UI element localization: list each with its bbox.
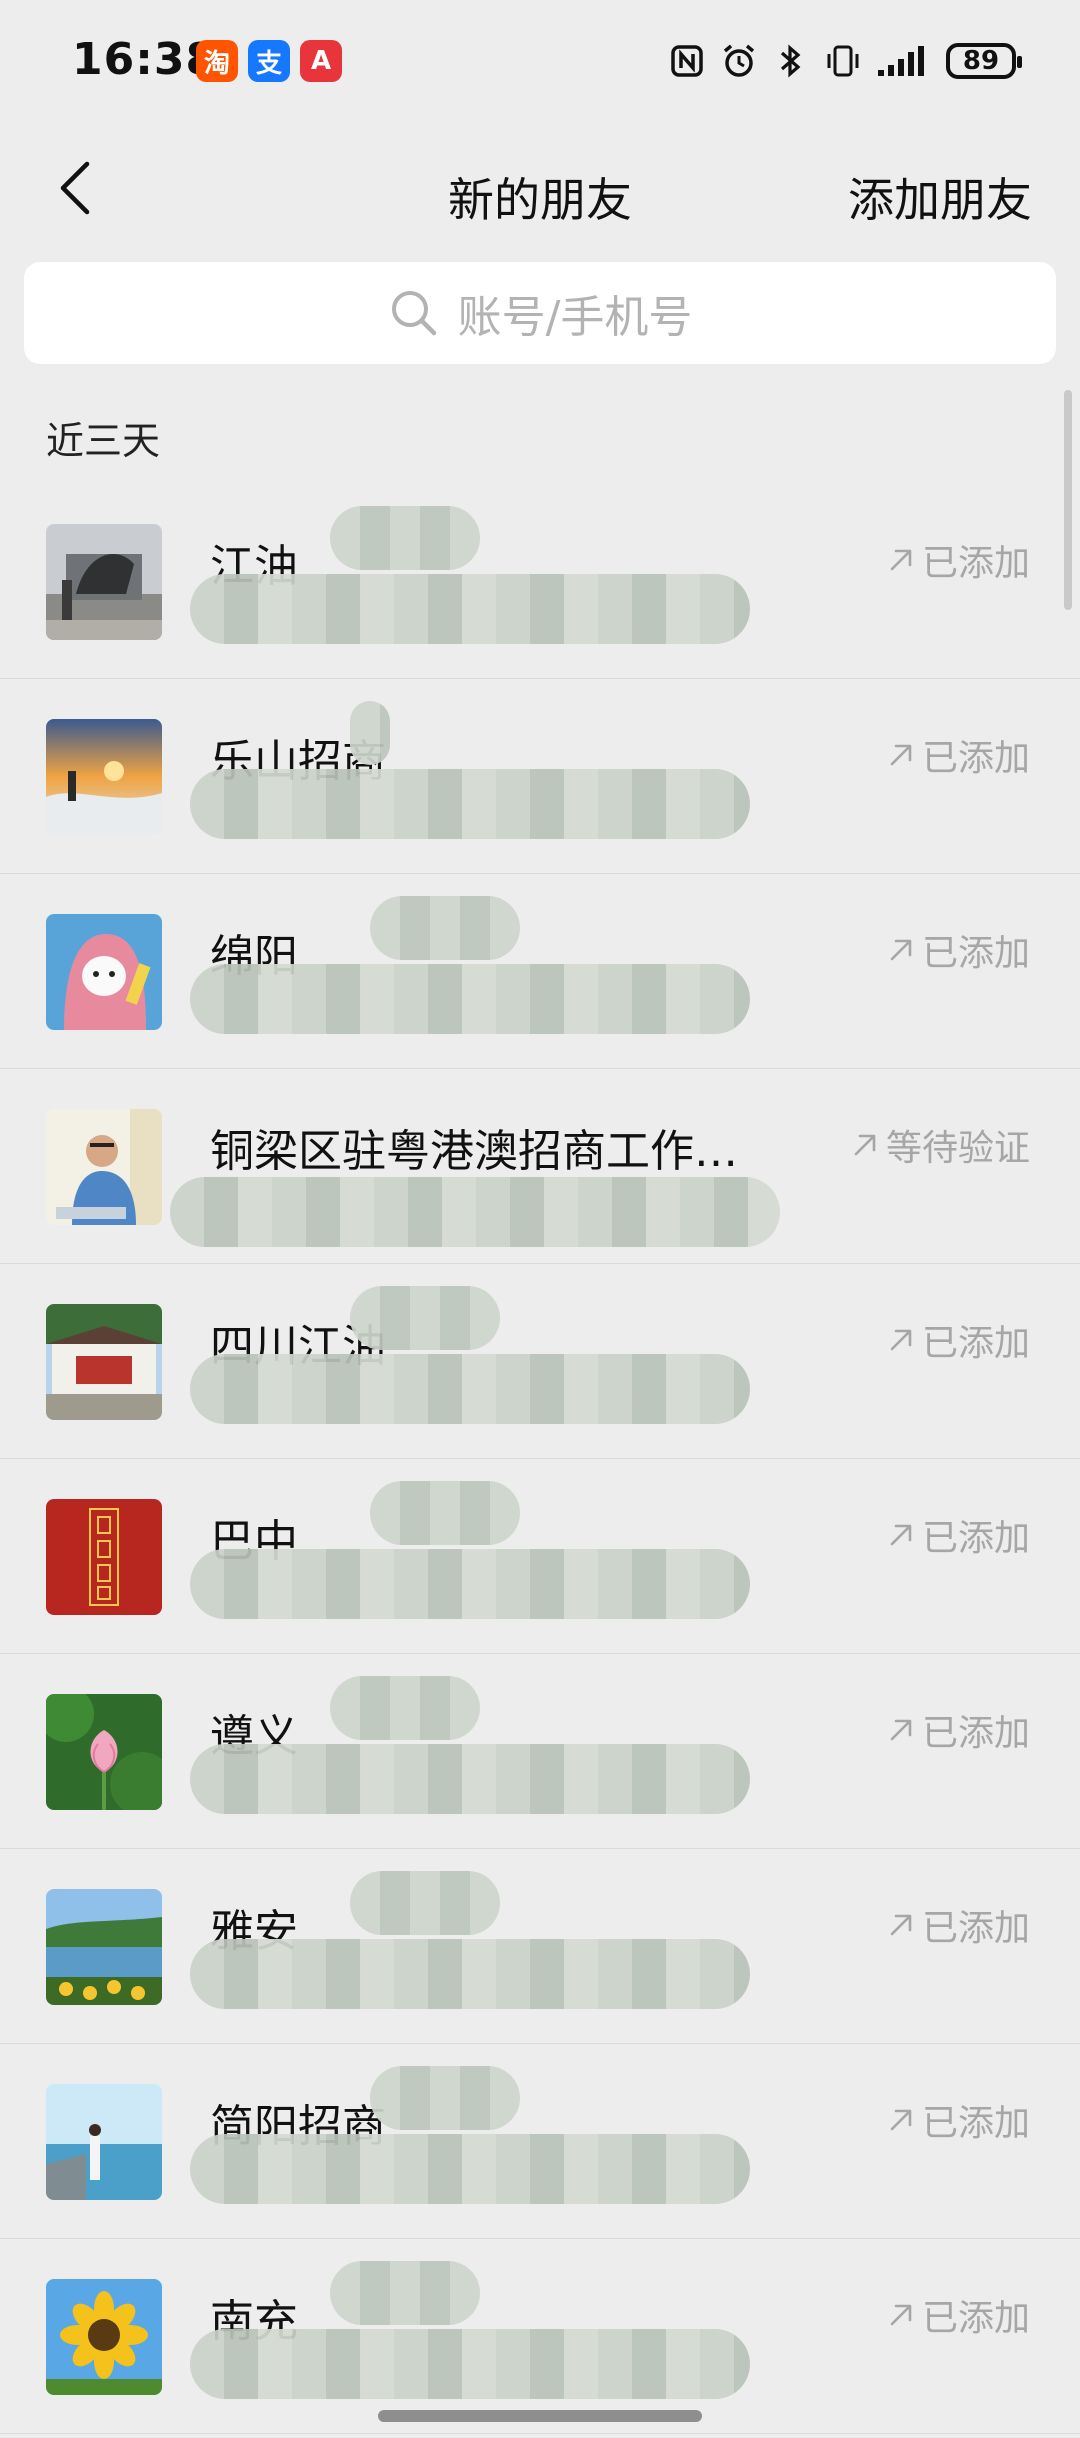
vibrate-icon	[824, 42, 862, 80]
status-added: 已添加	[886, 2094, 1030, 2146]
signal-icon	[876, 42, 932, 80]
arrow-up-right-icon	[890, 1719, 912, 1741]
nfc-icon	[668, 42, 706, 80]
redaction-mosaic	[350, 701, 390, 765]
arrow-up-right-icon	[890, 744, 912, 766]
status-label: 等待验证	[885, 1128, 1030, 1169]
redaction-mosaic	[170, 1177, 780, 1247]
redaction-mosaic	[190, 964, 750, 1034]
status-added: 已添加	[886, 534, 1030, 586]
status-added: 已添加	[886, 729, 1030, 781]
status-added: 已添加	[886, 924, 1030, 976]
contact-avatar[interactable]	[46, 1304, 162, 1420]
redaction-mosaic	[190, 1744, 750, 1814]
status-label: 已添加	[921, 933, 1030, 974]
redaction-mosaic	[190, 1549, 750, 1619]
status-label: 已添加	[921, 1323, 1030, 1364]
contact-avatar[interactable]	[46, 524, 162, 640]
contact-row[interactable]: 绵阳 已添加	[0, 874, 1080, 1069]
redaction-mosaic	[190, 1939, 750, 2009]
contact-row[interactable]: 乐山招商 已添加	[0, 679, 1080, 874]
redaction-mosaic	[350, 1871, 500, 1935]
status-label: 已添加	[921, 543, 1030, 584]
redaction-mosaic	[350, 1286, 500, 1350]
section-header: 近三天	[46, 419, 161, 463]
status-label: 已添加	[921, 1713, 1030, 1754]
redaction-mosaic	[190, 1354, 750, 1424]
notification-app-icons: 淘 支 A	[196, 40, 342, 82]
status-label: 已添加	[921, 738, 1030, 779]
arrow-up-right-icon	[854, 1134, 876, 1156]
status-label: 已添加	[921, 1518, 1030, 1559]
home-indicator[interactable]	[378, 2410, 702, 2422]
arrow-up-right-icon	[890, 1329, 912, 1351]
contact-row[interactable]: 南充 已添加	[0, 2239, 1080, 2434]
alarm-icon	[720, 42, 758, 80]
app-gallery-icon: A	[300, 40, 342, 82]
status-label: 已添加	[921, 2298, 1030, 2339]
redaction-mosaic	[330, 2261, 480, 2325]
redaction-mosaic	[190, 574, 750, 644]
contact-row[interactable]: 铜梁区驻粤港澳招商工作… 等待验证	[0, 1069, 1080, 1264]
status-added: 已添加	[886, 1509, 1030, 1561]
status-added: 已添加	[886, 2289, 1030, 2341]
taobao-icon: 淘	[196, 40, 238, 82]
arrow-up-right-icon	[890, 2109, 912, 2131]
contact-avatar[interactable]	[46, 2084, 162, 2200]
arrow-up-right-icon	[890, 1914, 912, 1936]
battery-indicator: 89	[946, 43, 1022, 79]
redaction-mosaic	[190, 769, 750, 839]
search-input[interactable]: 账号/手机号	[24, 262, 1056, 364]
contact-row[interactable]: 江油 已添加	[0, 484, 1080, 679]
contact-row[interactable]: 雅安 已添加	[0, 1849, 1080, 2044]
redaction-mosaic	[330, 506, 480, 570]
contact-avatar[interactable]	[46, 1109, 162, 1225]
contact-name: 铜梁区驻粤港澳招商工作…	[210, 1126, 738, 1177]
status-added: 已添加	[886, 1899, 1030, 1951]
contact-avatar[interactable]	[46, 719, 162, 835]
redaction-mosaic	[370, 2066, 520, 2130]
arrow-up-right-icon	[890, 2304, 912, 2326]
alipay-icon: 支	[248, 40, 290, 82]
new-friends-list: 江油 已添加 乐山招商 已添加 绵阳 已添加铜梁区驻粤港澳招商工作… 等待验证四川江油 已添加…	[0, 484, 1080, 2434]
redaction-mosaic	[370, 896, 520, 960]
contact-avatar[interactable]	[46, 2279, 162, 2395]
contact-avatar[interactable]	[46, 1499, 162, 1615]
redaction-mosaic	[190, 2134, 750, 2204]
search-icon	[391, 291, 436, 336]
search-placeholder: 账号/手机号	[457, 292, 693, 343]
contact-row[interactable]: 遵义 已添加	[0, 1654, 1080, 1849]
arrow-up-right-icon	[890, 549, 912, 571]
redaction-mosaic	[330, 1676, 480, 1740]
status-added: 已添加	[886, 1314, 1030, 1366]
contact-avatar[interactable]	[46, 1889, 162, 2005]
contact-avatar[interactable]	[46, 914, 162, 1030]
contact-row[interactable]: 四川江油 已添加	[0, 1264, 1080, 1459]
arrow-up-right-icon	[890, 939, 912, 961]
status-icons: 89	[668, 42, 1022, 80]
status-pending: 等待验证	[850, 1119, 1030, 1171]
add-friend-button[interactable]: 添加朋友	[848, 164, 1032, 230]
status-added: 已添加	[886, 1704, 1030, 1756]
status-label: 已添加	[921, 2103, 1030, 2144]
arrow-up-right-icon	[890, 1524, 912, 1546]
contact-row[interactable]: 简阳招商 已添加	[0, 2044, 1080, 2239]
redaction-mosaic	[190, 2329, 750, 2399]
status-bar: 16:38 淘 支 A 89	[0, 0, 1080, 128]
nav-bar: 新的朋友 添加朋友	[0, 128, 1080, 248]
status-label: 已添加	[921, 1908, 1030, 1949]
bluetooth-icon	[772, 42, 810, 80]
contact-avatar[interactable]	[46, 1694, 162, 1810]
contact-row[interactable]: 巴中 已添加	[0, 1459, 1080, 1654]
redaction-mosaic	[370, 1481, 520, 1545]
